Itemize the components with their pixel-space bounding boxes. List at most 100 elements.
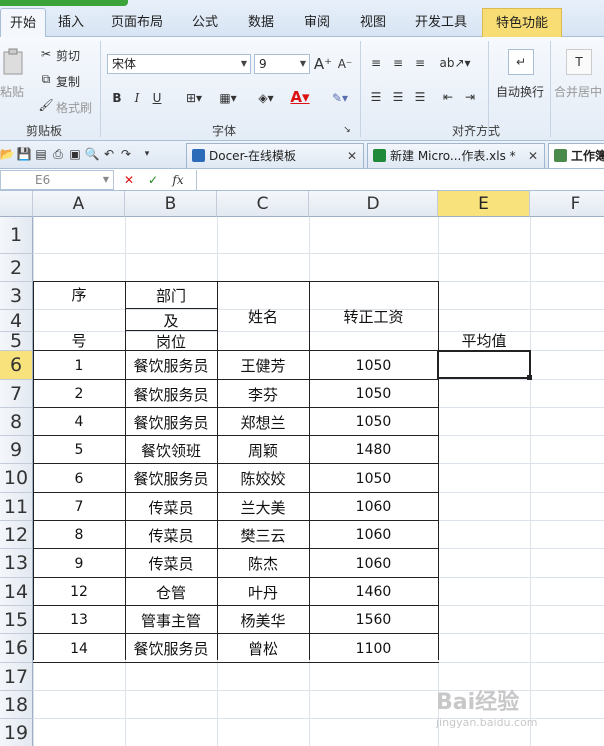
tab-view[interactable]: 视图: [350, 8, 396, 37]
close-icon[interactable]: ✕: [528, 144, 538, 168]
row-header[interactable]: 15: [0, 606, 33, 634]
cell-name[interactable]: 周颖: [217, 436, 309, 464]
borders-icon[interactable]: ⊞▾: [180, 89, 208, 107]
cell-post[interactable]: 传菜员: [125, 493, 217, 521]
fill-color-icon[interactable]: ◈▾: [252, 89, 280, 107]
cell-seq[interactable]: 4: [33, 408, 125, 436]
cell-salary[interactable]: 1050: [309, 351, 438, 380]
merge-center-button[interactable]: 合并居中: [554, 83, 602, 100]
tab-home[interactable]: 开始: [0, 8, 46, 37]
row-header[interactable]: 11: [0, 493, 33, 521]
grow-font-icon[interactable]: A⁺: [314, 54, 332, 74]
row-header[interactable]: 10: [0, 464, 33, 493]
cell-name[interactable]: 王健芳: [217, 351, 309, 380]
tab-data[interactable]: 数据: [238, 8, 284, 37]
header-name[interactable]: 姓名: [217, 281, 309, 351]
app-menu-strip[interactable]: [0, 0, 128, 6]
row-header[interactable]: 2: [0, 254, 33, 282]
doc-tab-docer[interactable]: Docer-在线模板 ✕: [186, 143, 364, 168]
align-left-icon[interactable]: ☰: [368, 89, 384, 105]
tab-review[interactable]: 审阅: [294, 8, 340, 37]
printer-icon[interactable]: ⎙: [51, 145, 65, 163]
font-size-select[interactable]: 9 ▼: [254, 54, 310, 74]
row-header[interactable]: 16: [0, 634, 33, 663]
spreadsheet-grid[interactable]: A B C D E F 1 2 3 4 5 6 7 8 9 10 11 12 13 14 15 16 17 18 1…: [0, 191, 604, 746]
align-right-icon[interactable]: ☰: [412, 89, 428, 105]
decrease-indent-icon[interactable]: ⇤: [440, 89, 456, 105]
column-header[interactable]: F: [530, 191, 604, 217]
wrap-text-button[interactable]: 自动换行: [496, 83, 544, 100]
row-header[interactable]: 19: [0, 719, 33, 746]
cell-post[interactable]: 传菜员: [125, 521, 217, 549]
cell-name[interactable]: 郑想兰: [217, 408, 309, 436]
cell-post[interactable]: 餐饮服务员: [125, 380, 217, 408]
paste-icon[interactable]: [0, 45, 26, 79]
cell-salary[interactable]: 1050: [309, 464, 438, 493]
row-header[interactable]: 13: [0, 549, 33, 578]
header-seq-bottom[interactable]: 号: [33, 327, 125, 353]
bold-button[interactable]: B: [110, 89, 124, 107]
cell-name[interactable]: 杨美华: [217, 606, 309, 634]
cell-post[interactable]: 餐饮领班: [125, 436, 217, 464]
cell-salary[interactable]: 1460: [309, 578, 438, 606]
tab-formulas[interactable]: 公式: [182, 8, 228, 37]
paste-button[interactable]: 粘贴: [0, 83, 24, 100]
cell-name[interactable]: 兰大美: [217, 493, 309, 521]
confirm-icon[interactable]: ✓: [146, 172, 160, 188]
cell-seq[interactable]: 9: [33, 549, 125, 578]
cell-salary[interactable]: 1480: [309, 436, 438, 464]
tab-special-features[interactable]: 特色功能: [482, 8, 562, 37]
print-icon[interactable]: ▤: [34, 145, 48, 163]
cell-post[interactable]: 餐饮服务员: [125, 464, 217, 493]
row-header[interactable]: 6: [0, 351, 33, 380]
align-top-icon[interactable]: ≡: [368, 55, 384, 71]
row-header[interactable]: 12: [0, 521, 33, 549]
merge-borders-icon[interactable]: ▦▾: [214, 89, 242, 107]
row-header[interactable]: 3: [0, 282, 33, 310]
cell-salary[interactable]: 1050: [309, 408, 438, 436]
open-folder-icon[interactable]: 📂: [0, 145, 14, 163]
undo-icon[interactable]: ↶: [102, 145, 116, 163]
align-bottom-icon[interactable]: ≡: [412, 55, 428, 71]
cell-name[interactable]: 陈姣姣: [217, 464, 309, 493]
row-header[interactable]: 4: [0, 310, 33, 332]
text-orientation-icon[interactable]: ab↗▾: [439, 53, 470, 73]
cell-post[interactable]: 餐饮服务员: [125, 408, 217, 436]
italic-button[interactable]: I: [130, 89, 144, 107]
cancel-icon[interactable]: ✕: [122, 172, 136, 188]
column-header[interactable]: C: [217, 191, 309, 217]
redo-icon[interactable]: ↷: [119, 145, 133, 163]
cut-button[interactable]: 剪切: [56, 47, 80, 64]
format-painter-button[interactable]: 格式刷: [56, 99, 92, 116]
row-header[interactable]: 1: [0, 217, 33, 254]
cell-name[interactable]: 叶丹: [217, 578, 309, 606]
header-dept-line2[interactable]: 及: [125, 309, 217, 331]
doc-tab-xls[interactable]: 新建 Micro...作表.xls * ✕: [367, 143, 545, 168]
cell-name[interactable]: 陈杰: [217, 549, 309, 578]
cell-salary[interactable]: 1560: [309, 606, 438, 634]
column-header[interactable]: B: [125, 191, 217, 217]
cell-post[interactable]: 传菜员: [125, 549, 217, 578]
row-header[interactable]: 9: [0, 436, 33, 464]
column-header[interactable]: D: [309, 191, 438, 217]
font-color-icon[interactable]: A▾: [286, 87, 314, 107]
font-dialog-launcher-icon[interactable]: ↘: [342, 125, 352, 135]
tab-developer[interactable]: 开发工具: [408, 8, 474, 37]
cell-salary[interactable]: 1050: [309, 380, 438, 408]
row-header[interactable]: 5: [0, 330, 33, 352]
header-average[interactable]: 平均值: [438, 329, 530, 351]
cell-seq[interactable]: 6: [33, 464, 125, 493]
cell-seq[interactable]: 1: [33, 351, 125, 380]
cell-seq[interactable]: 7: [33, 493, 125, 521]
column-header[interactable]: A: [33, 191, 125, 217]
cell-post[interactable]: 餐饮服务员: [125, 634, 217, 663]
cell-seq[interactable]: 8: [33, 521, 125, 549]
cell-salary[interactable]: 1060: [309, 521, 438, 549]
name-box[interactable]: E6 ▼: [0, 170, 114, 190]
tab-insert[interactable]: 插入: [48, 8, 94, 37]
row-header[interactable]: 17: [0, 663, 33, 691]
cell-salary[interactable]: 1060: [309, 493, 438, 521]
print-preview-icon[interactable]: ▣: [68, 145, 82, 163]
tab-page-layout[interactable]: 页面布局: [104, 8, 170, 37]
close-icon[interactable]: ✕: [347, 144, 357, 168]
